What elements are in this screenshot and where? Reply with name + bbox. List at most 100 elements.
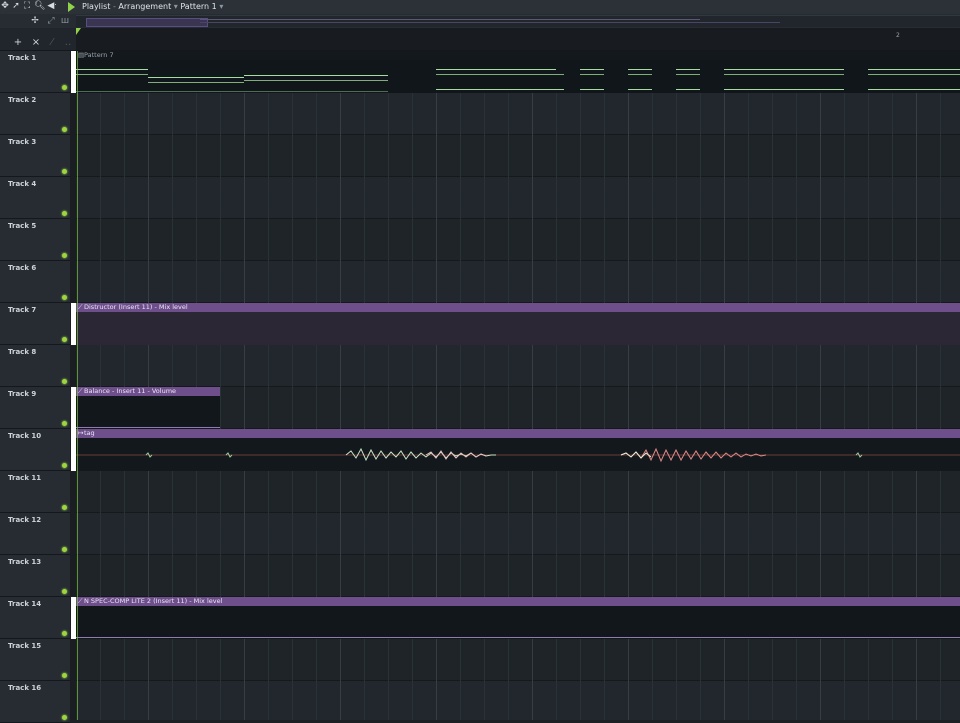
- overview-track-preview: [200, 22, 780, 23]
- clip-speccomp-automation[interactable]: ⟋ N SPEC-COMP LITE 2 (Insert 11) - Mix l…: [76, 597, 960, 639]
- slide-icon[interactable]: ⤢: [46, 16, 56, 27]
- clip-header[interactable]: ▤ Pattern 7: [76, 51, 960, 60]
- zoom-icon[interactable]: 🔍︎: [34, 1, 45, 12]
- track-enable-led-icon[interactable]: [62, 337, 67, 342]
- track-enable-led-icon[interactable]: [62, 253, 67, 258]
- track-enable-led-icon[interactable]: [62, 169, 67, 174]
- overview-viewport-handle[interactable]: [86, 18, 208, 27]
- automation-icon: ⟋: [78, 387, 83, 395]
- track-lane[interactable]: [76, 513, 960, 555]
- track-name[interactable]: Track 2: [8, 96, 36, 104]
- delete-icon[interactable]: ×: [30, 38, 42, 48]
- snap-icon[interactable]: ✢: [30, 16, 40, 27]
- track-enable-led-icon[interactable]: [62, 547, 67, 552]
- arrangement-dropdown-icon[interactable]: ▾: [174, 2, 178, 11]
- track-enable-led-icon[interactable]: [62, 631, 67, 636]
- track-name[interactable]: Track 12: [8, 516, 41, 524]
- track-header[interactable]: Track 1: [0, 51, 70, 93]
- track-header[interactable]: Track 8: [0, 345, 70, 387]
- clip-balance-automation[interactable]: ⟋ Balance - Insert 11 - Volume: [76, 387, 220, 429]
- track-header[interactable]: Track 15: [0, 639, 70, 681]
- arrangement-play-icon[interactable]: [68, 2, 75, 12]
- track-header[interactable]: Track 5: [0, 219, 70, 261]
- playhead-marker-icon[interactable]: [76, 28, 81, 35]
- track-name[interactable]: Track 10: [8, 432, 41, 440]
- title-bar: ✥ ➚ ⛶ 🔍︎ ◀ᐧ Playlist - Arrangement ▾ Pat…: [0, 0, 960, 15]
- clip-label: tag: [84, 429, 95, 437]
- track-enable-led-icon[interactable]: [62, 505, 67, 510]
- track-name[interactable]: Track 9: [8, 390, 36, 398]
- clip-header[interactable]: ⟋ Distructor (Insert 11) - Mix level: [76, 303, 960, 312]
- track-enable-led-icon[interactable]: [62, 295, 67, 300]
- track-name[interactable]: Track 5: [8, 222, 36, 230]
- track-lane[interactable]: [76, 261, 960, 303]
- track-name[interactable]: Track 14: [8, 600, 41, 608]
- track-name[interactable]: Track 8: [8, 348, 36, 356]
- track-lane[interactable]: [76, 555, 960, 597]
- track-name[interactable]: Track 15: [8, 642, 41, 650]
- track-name[interactable]: Track 4: [8, 180, 36, 188]
- track-header[interactable]: Track 14: [0, 597, 70, 639]
- title-pattern-selector[interactable]: Pattern 1: [180, 2, 216, 11]
- playhead-line: [77, 51, 78, 720]
- track-lane[interactable]: [76, 639, 960, 681]
- clip-start-marker: [71, 387, 76, 429]
- track-name[interactable]: Track 3: [8, 138, 36, 146]
- playlist-grid[interactable]: ▤ Pattern 7 ⟋ Distructor (Insert 11) - M…: [76, 51, 960, 720]
- track-header[interactable]: Track 3: [0, 135, 70, 177]
- track-lane[interactable]: [76, 177, 960, 219]
- stamp-icon[interactable]: ш: [60, 16, 70, 27]
- speaker-icon[interactable]: ◀ᐧ: [47, 1, 57, 12]
- track-lane[interactable]: [76, 471, 960, 513]
- track-enable-led-icon[interactable]: [62, 127, 67, 132]
- track-name[interactable]: Track 13: [8, 558, 41, 566]
- pointer-icon[interactable]: ➚: [11, 1, 21, 12]
- track-lane[interactable]: [76, 681, 960, 720]
- track-name[interactable]: Track 11: [8, 474, 41, 482]
- clip-header[interactable]: ⟋ N SPEC-COMP LITE 2 (Insert 11) - Mix l…: [76, 597, 960, 606]
- fullscreen-icon[interactable]: ⛶: [22, 1, 32, 12]
- track-name[interactable]: Track 6: [8, 264, 36, 272]
- clip-distructor-automation[interactable]: ⟋ Distructor (Insert 11) - Mix level: [76, 303, 960, 345]
- track-header[interactable]: Track 4: [0, 177, 70, 219]
- track-header[interactable]: Track 7: [0, 303, 70, 345]
- track-enable-led-icon[interactable]: [62, 211, 67, 216]
- track-enable-led-icon[interactable]: [62, 379, 67, 384]
- track-header[interactable]: Track 2: [0, 93, 70, 135]
- track-lane[interactable]: [76, 135, 960, 177]
- timeline-ruler[interactable]: 2: [76, 28, 960, 50]
- track-header[interactable]: Track 10: [0, 429, 70, 471]
- window-title[interactable]: Playlist - Arrangement ▾ Pattern 1 ▾: [82, 1, 223, 13]
- track-lane[interactable]: [76, 345, 960, 387]
- track-enable-led-icon[interactable]: [62, 673, 67, 678]
- clip-header[interactable]: ⟋ Balance - Insert 11 - Volume: [76, 387, 220, 396]
- track-enable-led-icon[interactable]: [62, 463, 67, 468]
- add-track-icon[interactable]: +: [12, 38, 24, 48]
- track-enable-led-icon[interactable]: [62, 85, 67, 90]
- title-arrangement[interactable]: Arrangement: [118, 2, 171, 11]
- track-header[interactable]: Track 9: [0, 387, 70, 429]
- track-lane[interactable]: [76, 93, 960, 135]
- playlist-overview[interactable]: [76, 15, 960, 27]
- track-enable-led-icon[interactable]: [62, 715, 67, 720]
- track-header[interactable]: Track 16: [0, 681, 70, 723]
- track-name[interactable]: Track 16: [8, 684, 41, 692]
- track-header[interactable]: Track 6: [0, 261, 70, 303]
- clip-header[interactable]: ↦ tag: [76, 429, 960, 438]
- track-lane[interactable]: [76, 219, 960, 261]
- track-enable-led-icon[interactable]: [62, 421, 67, 426]
- track-header[interactable]: Track 12: [0, 513, 70, 555]
- clip-tag-audio[interactable]: ↦ tag: [76, 429, 960, 471]
- track-name[interactable]: Track 7: [8, 306, 36, 314]
- pattern-dropdown-icon[interactable]: ▾: [219, 2, 223, 11]
- move-icon[interactable]: ✥: [0, 1, 10, 12]
- title-app: Playlist: [82, 2, 111, 11]
- link-icon[interactable]: ‥: [62, 38, 74, 48]
- track-header[interactable]: Track 13: [0, 555, 70, 597]
- audio-clip-icon: ↦: [78, 429, 84, 437]
- track-name[interactable]: Track 1: [8, 54, 36, 62]
- pencil-icon[interactable]: ⁄: [46, 38, 58, 48]
- track-enable-led-icon[interactable]: [62, 589, 67, 594]
- track-header[interactable]: Track 11: [0, 471, 70, 513]
- clip-pattern-7[interactable]: ▤ Pattern 7: [76, 51, 960, 93]
